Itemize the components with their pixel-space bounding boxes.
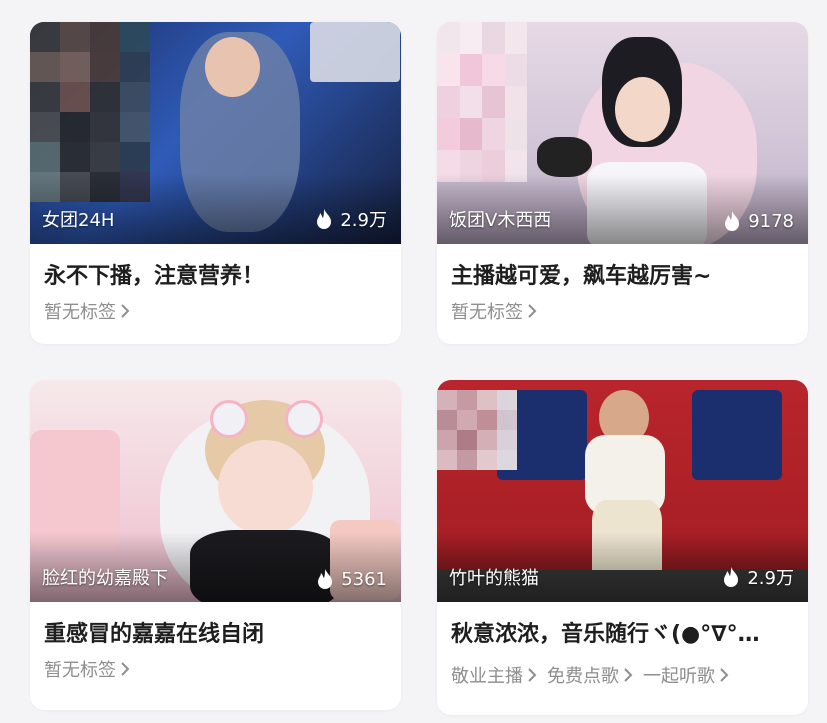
room-title[interactable]: 重感冒的嘉嘉在线自闭 <box>44 616 389 648</box>
tag-label: 免费点歌 <box>547 666 619 687</box>
stream-thumbnail[interactable]: 脸红的幼嘉殿下 5361 <box>30 380 401 602</box>
tag-item[interactable]: 暂无标签 <box>44 298 130 324</box>
live-room-card[interactable]: 女团24H 2.9万 永不下播，注意营养！ 暂无标签 <box>30 22 401 344</box>
tag-list: 敬业主播 免费点歌 一起听歌 <box>451 662 729 688</box>
chevron-right-icon <box>121 662 130 676</box>
popularity-count: 9178 <box>722 210 794 232</box>
popularity-value: 9178 <box>748 210 794 232</box>
flame-icon <box>317 209 332 229</box>
chevron-right-icon <box>528 304 537 318</box>
tag-label: 暂无标签 <box>451 302 523 323</box>
room-title[interactable]: 永不下播，注意营养！ <box>44 258 389 290</box>
tag-label: 敬业主播 <box>451 666 523 687</box>
streamer-name: 脸红的幼嘉殿下 <box>42 568 168 589</box>
chevron-right-icon <box>121 304 130 318</box>
flame-icon <box>724 567 739 587</box>
streamer-name: 饭团V木西西 <box>449 210 552 231</box>
tag-item[interactable]: 暂无标签 <box>44 656 130 682</box>
tag-label: 暂无标签 <box>44 660 116 681</box>
tag-list: 暂无标签 <box>44 656 130 682</box>
chevron-right-icon <box>528 668 537 682</box>
flame-icon <box>725 211 740 231</box>
popularity-value: 2.9万 <box>747 568 794 589</box>
popularity-value: 2.9万 <box>340 210 387 231</box>
flame-icon <box>318 569 333 589</box>
tag-label: 一起听歌 <box>643 666 715 687</box>
live-room-card[interactable]: 竹叶的熊猫 2.9万 秋意浓浓，音乐随行ヾ(●°∇°… 敬业主播 免费点歌 一起… <box>437 380 808 715</box>
popularity-count: 2.9万 <box>314 206 387 232</box>
streamer-name: 竹叶的熊猫 <box>449 568 539 589</box>
room-title[interactable]: 秋意浓浓，音乐随行ヾ(●°∇°… <box>451 616 796 648</box>
room-title[interactable]: 主播越可爱，飙车越厉害~ <box>451 258 796 290</box>
tag-item[interactable]: 敬业主播 <box>451 662 537 688</box>
tag-item[interactable]: 免费点歌 <box>547 662 633 688</box>
tag-list: 暂无标签 <box>44 298 130 324</box>
chevron-right-icon <box>720 668 729 682</box>
tag-list: 暂无标签 <box>451 298 537 324</box>
chevron-right-icon <box>624 668 633 682</box>
tag-item[interactable]: 暂无标签 <box>451 298 537 324</box>
streamer-name: 女团24H <box>42 210 115 231</box>
stream-thumbnail[interactable]: 竹叶的熊猫 2.9万 <box>437 380 808 602</box>
tag-item[interactable]: 一起听歌 <box>643 662 729 688</box>
popularity-value: 5361 <box>341 568 387 590</box>
stream-thumbnail[interactable]: 女团24H 2.9万 <box>30 22 401 244</box>
tag-label: 暂无标签 <box>44 302 116 323</box>
live-room-card[interactable]: 脸红的幼嘉殿下 5361 重感冒的嘉嘉在线自闭 暂无标签 <box>30 380 401 710</box>
live-room-card[interactable]: 饭团V木西西 9178 主播越可爱，飙车越厉害~ 暂无标签 <box>437 22 808 344</box>
stream-thumbnail[interactable]: 饭团V木西西 9178 <box>437 22 808 244</box>
popularity-count: 2.9万 <box>721 564 794 590</box>
popularity-count: 5361 <box>315 568 387 590</box>
